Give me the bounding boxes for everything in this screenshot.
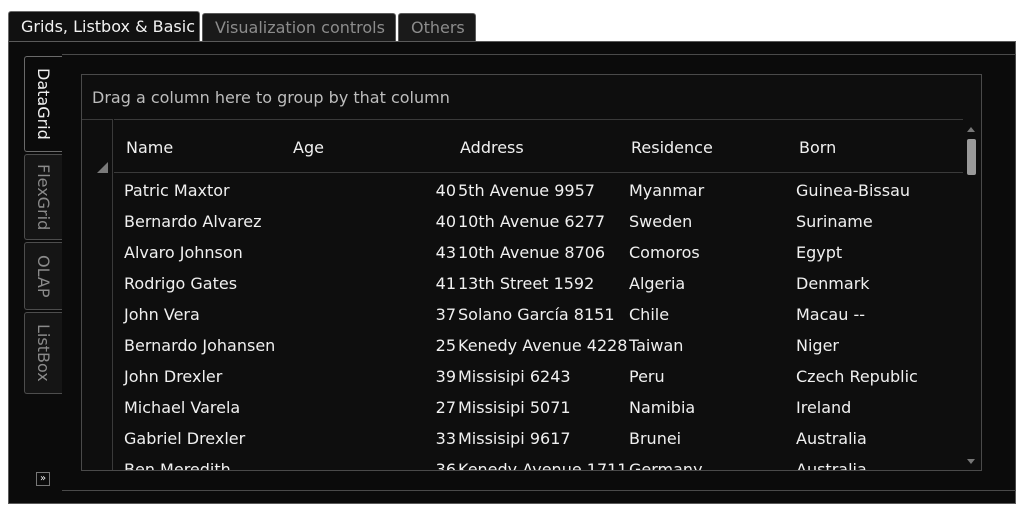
- scrollbar-thumb[interactable]: [967, 139, 976, 175]
- table-row[interactable]: Alvaro Johnson 43 10th Avenue 8706 Comoros E…: [114, 237, 963, 268]
- cell-address[interactable]: Kenedy Avenue 1711: [458, 454, 627, 470]
- side-tab-datagrid[interactable]: DataGrid: [24, 56, 62, 152]
- table-row[interactable]: John Vera 37 Solano García 8151 Chile Macau …: [114, 299, 963, 330]
- cell-residence[interactable]: Algeria: [629, 268, 685, 299]
- cell-name[interactable]: Gabriel Drexler: [124, 423, 245, 454]
- side-tab-label: ListBox: [34, 324, 53, 382]
- cell-address[interactable]: 10th Avenue 6277: [458, 206, 605, 237]
- cell-age[interactable]: 40: [426, 175, 456, 206]
- cell-age[interactable]: 25: [426, 330, 456, 361]
- cell-born[interactable]: Australia: [796, 454, 867, 470]
- side-tab-flexgrid[interactable]: FlexGrid: [24, 154, 62, 240]
- table-row[interactable]: Michael Varela 27 Missisipi 5071 Namibia Ire…: [114, 392, 963, 423]
- side-tab-label: FlexGrid: [34, 163, 53, 231]
- cell-born[interactable]: Ireland: [796, 392, 851, 423]
- column-header-address[interactable]: Address: [460, 120, 524, 174]
- cell-age[interactable]: 33: [426, 423, 456, 454]
- tab-visualization-controls[interactable]: Visualization controls: [202, 13, 396, 41]
- cell-name[interactable]: John Vera: [124, 299, 200, 330]
- cell-age[interactable]: 37: [426, 299, 456, 330]
- side-tab-listbox[interactable]: ListBox: [24, 312, 62, 394]
- cell-born[interactable]: Niger: [796, 330, 839, 361]
- cell-residence[interactable]: Germany: [629, 454, 703, 470]
- table-row[interactable]: Gabriel Drexler 33 Missisipi 9617 Brunei Aus…: [114, 423, 963, 454]
- table-row[interactable]: Patric Maxtor 40 5th Avenue 9957 Myanmar Gui…: [114, 175, 963, 206]
- column-header-name[interactable]: Name: [126, 120, 173, 174]
- cell-residence[interactable]: Taiwan: [629, 330, 683, 361]
- cell-name[interactable]: Rodrigo Gates: [124, 268, 237, 299]
- cell-residence[interactable]: Sweden: [629, 206, 692, 237]
- cell-age[interactable]: 43: [426, 237, 456, 268]
- cell-age[interactable]: 36: [426, 454, 456, 470]
- cell-residence[interactable]: Peru: [629, 361, 665, 392]
- cell-born[interactable]: Egypt: [796, 237, 842, 268]
- table-row[interactable]: Bernardo Alvarez 40 10th Avenue 6277 Sweden…: [114, 206, 963, 237]
- cell-name[interactable]: John Drexler: [124, 361, 222, 392]
- row-header-column: [82, 119, 113, 470]
- data-grid: Drag a column here to group by that colu…: [81, 74, 982, 471]
- column-header-born[interactable]: Born: [799, 120, 836, 174]
- cell-born[interactable]: Suriname: [796, 206, 873, 237]
- cell-name[interactable]: Ben Meredith: [124, 454, 231, 470]
- table-row[interactable]: Bernardo Johansen 25 Kenedy Avenue 4228 Tai…: [114, 330, 963, 361]
- scroll-up-icon[interactable]: [967, 127, 975, 132]
- cell-residence[interactable]: Brunei: [629, 423, 681, 454]
- side-tab-label: DataGrid: [34, 68, 53, 140]
- cell-born[interactable]: Guinea-Bissau: [796, 175, 910, 206]
- cell-address[interactable]: Kenedy Avenue 4228: [458, 330, 627, 361]
- cell-address[interactable]: 10th Avenue 8706: [458, 237, 605, 268]
- cell-address[interactable]: Missisipi 9617: [458, 423, 571, 454]
- cell-residence[interactable]: Myanmar: [629, 175, 704, 206]
- cell-age[interactable]: 41: [426, 268, 456, 299]
- select-all-corner-icon[interactable]: [97, 162, 108, 173]
- side-tab-label: OLAP: [34, 254, 53, 298]
- table-row[interactable]: John Drexler 39 Missisipi 6243 Peru Czech Re…: [114, 361, 963, 392]
- cell-residence[interactable]: Chile: [629, 299, 669, 330]
- side-tab-olap[interactable]: OLAP: [24, 242, 62, 310]
- cell-age[interactable]: 27: [426, 392, 456, 423]
- table-row[interactable]: Rodrigo Gates 41 13th Street 1592 Algeria De…: [114, 268, 963, 299]
- column-header-residence[interactable]: Residence: [631, 120, 713, 174]
- vertical-scrollbar[interactable]: [963, 119, 981, 470]
- cell-born[interactable]: Czech Republic: [796, 361, 918, 392]
- tab-grids-listbox-basic[interactable]: Grids, Listbox & Basic: [8, 11, 200, 43]
- cell-residence[interactable]: Comoros: [629, 237, 700, 268]
- cell-born[interactable]: Australia: [796, 423, 867, 454]
- double-chevron-down-icon[interactable]: »: [36, 472, 50, 486]
- cell-born[interactable]: Macau --: [796, 299, 865, 330]
- cell-name[interactable]: Patric Maxtor: [124, 175, 230, 206]
- column-header-age[interactable]: Age: [293, 120, 324, 174]
- cell-name[interactable]: Bernardo Alvarez: [124, 206, 262, 237]
- cell-age[interactable]: 40: [426, 206, 456, 237]
- cell-name[interactable]: Michael Varela: [124, 392, 240, 423]
- group-by-panel[interactable]: Drag a column here to group by that colu…: [82, 75, 981, 119]
- cell-address[interactable]: Missisipi 6243: [458, 361, 571, 392]
- tab-others[interactable]: Others: [398, 13, 476, 41]
- cell-residence[interactable]: Namibia: [629, 392, 695, 423]
- cell-born[interactable]: Denmark: [796, 268, 870, 299]
- cell-address[interactable]: 5th Avenue 9957: [458, 175, 595, 206]
- table-row[interactable]: Ben Meredith 36 Kenedy Avenue 1711 Germany A…: [114, 454, 963, 470]
- scroll-down-icon[interactable]: [967, 459, 975, 464]
- cell-address[interactable]: Missisipi 5071: [458, 392, 571, 423]
- column-header-row: Name Age Address Residence Born: [114, 119, 963, 173]
- cell-address[interactable]: Solano García 8151: [458, 299, 615, 330]
- cell-address[interactable]: 13th Street 1592: [458, 268, 594, 299]
- cell-name[interactable]: Bernardo Johansen: [124, 330, 275, 361]
- cell-name[interactable]: Alvaro Johnson: [124, 237, 243, 268]
- cell-age[interactable]: 39: [426, 361, 456, 392]
